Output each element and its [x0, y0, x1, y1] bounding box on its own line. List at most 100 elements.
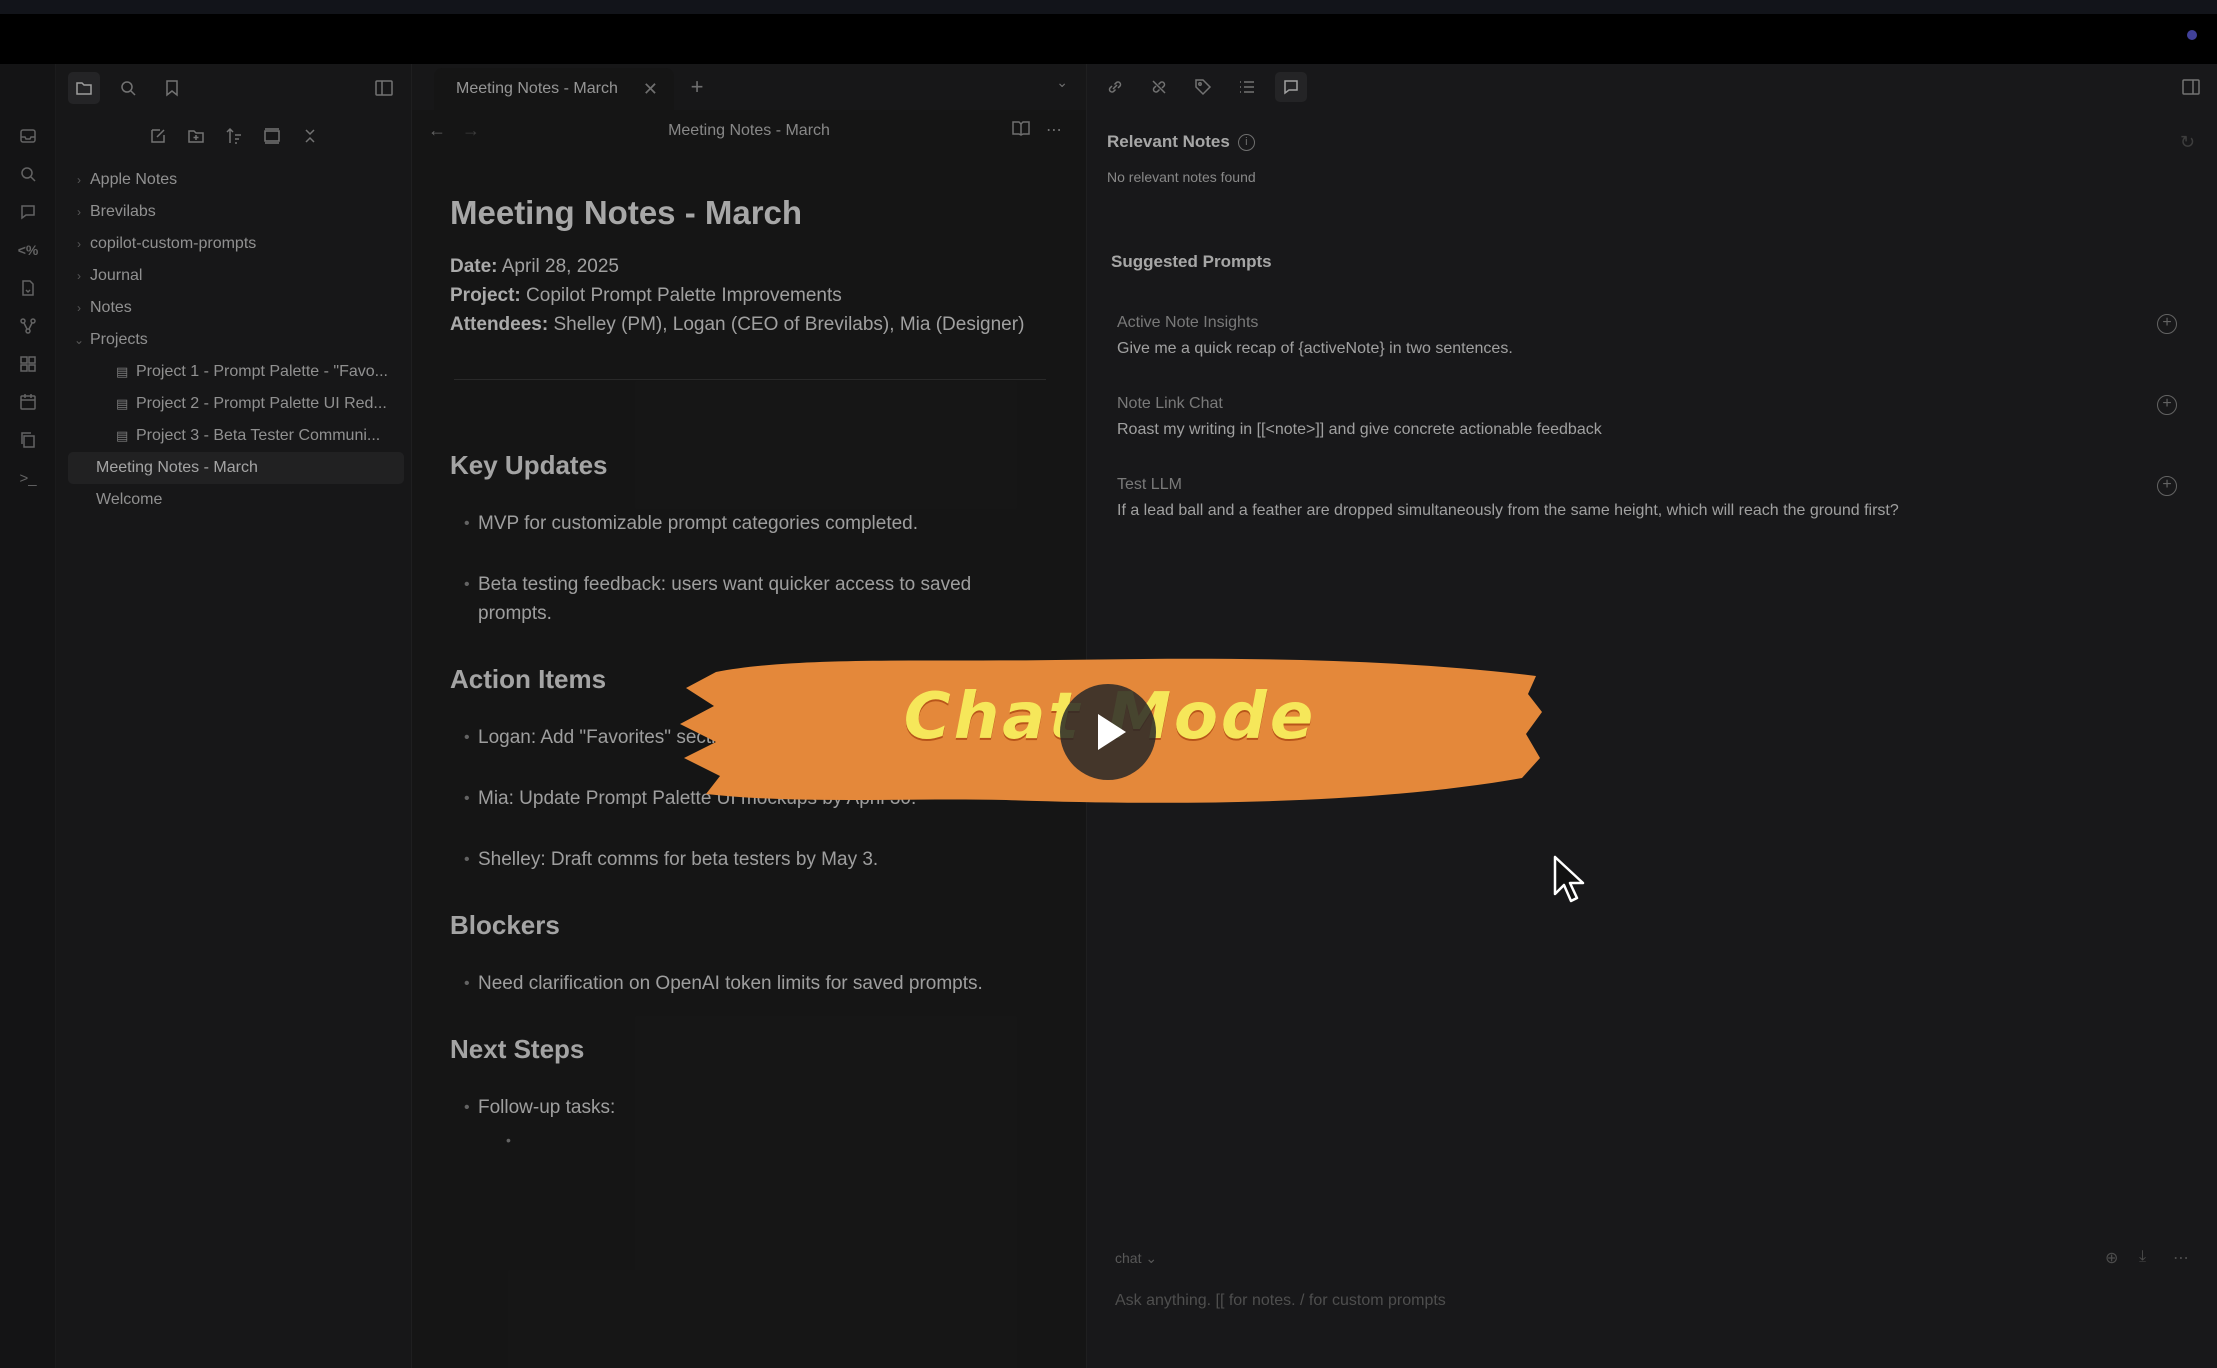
- new-tab-button[interactable]: +: [682, 72, 712, 102]
- tab-meeting-notes-march[interactable]: Meeting Notes - March ✕: [434, 68, 674, 110]
- suggested-prompt-card[interactable]: Test LLM If a lead ball and a feather ar…: [1117, 476, 2187, 520]
- link-icon[interactable]: [1099, 72, 1131, 102]
- unlinked-icon[interactable]: [1143, 72, 1175, 102]
- outline-list-icon[interactable]: [1231, 72, 1263, 102]
- prompt-title: Active Note Insights: [1117, 314, 1259, 331]
- tree-item-label: Brevilabs: [90, 203, 156, 220]
- tree-item-label: Project 1 - Prompt Palette - "Favo...: [136, 363, 388, 380]
- collapse-sidebar-icon[interactable]: [368, 72, 400, 104]
- chat-bubble-icon[interactable]: [14, 198, 42, 226]
- auto-reveal-icon[interactable]: [256, 120, 288, 152]
- more-options-icon[interactable]: ⋯: [1046, 120, 1062, 140]
- chevron-right-icon: ›: [77, 237, 81, 251]
- chevron-right-icon: ›: [77, 301, 81, 315]
- window-top-bar: [0, 0, 2217, 64]
- mouse-cursor-icon: [1552, 854, 1586, 909]
- attendees-value: Shelley (PM), Logan (CEO of Brevilabs), …: [553, 314, 1025, 335]
- list-item[interactable]: Need clarification on OpenAI token limit…: [450, 969, 1050, 998]
- file-icon: ▤: [116, 364, 129, 379]
- search-icon[interactable]: [112, 72, 144, 104]
- editor-nav-row: ← → Meeting Notes - March ⋯: [412, 110, 1086, 154]
- chat-mode-selector[interactable]: chat ⌄: [1115, 1250, 1157, 1267]
- date-label: Date:: [450, 256, 498, 277]
- file-tree: › Apple Notes › Brevilabs › copilot-custom-…: [68, 164, 404, 516]
- tree-item-label: Notes: [90, 299, 132, 316]
- list-item[interactable]: MVP for customizable prompt categories c…: [450, 509, 1050, 538]
- new-note-icon[interactable]: [142, 120, 174, 152]
- folder-icon[interactable]: [68, 72, 100, 104]
- chat-mode-banner[interactable]: Chat Mode: [676, 654, 1544, 808]
- note-metadata: Date: April 28, 2025 Project: Copilot Pr…: [450, 252, 1050, 339]
- list-item[interactable]: Beta testing feedback: users want quicke…: [450, 570, 1050, 628]
- left-ribbon: <% >_: [0, 64, 56, 1368]
- copy-icon[interactable]: [14, 426, 42, 454]
- prompt-body: Roast my writing in [[<note>]] and give …: [1117, 421, 1602, 438]
- section-key-updates: Key Updates MVP for customizable prompt …: [450, 450, 1050, 628]
- chevron-down-icon[interactable]: ⌄: [1056, 74, 1068, 91]
- prompt-body: Give me a quick recap of {activeNote} in…: [1117, 340, 1513, 357]
- play-button[interactable]: [1060, 684, 1156, 780]
- file-project-2[interactable]: ▤ Project 2 - Prompt Palette UI Red...: [68, 388, 404, 420]
- file-explorer-sidebar: › Apple Notes › Brevilabs › copilot-custom-…: [56, 64, 412, 1368]
- suggested-prompt-card[interactable]: Active Note Insights Give me a quick rec…: [1117, 314, 2187, 358]
- chevron-down-icon: ⌄: [1145, 1250, 1158, 1266]
- folder-brevilabs[interactable]: › Brevilabs: [68, 196, 404, 228]
- add-prompt-icon[interactable]: +: [2157, 395, 2177, 415]
- folder-copilot-custom-prompts[interactable]: › copilot-custom-prompts: [68, 228, 404, 260]
- close-icon[interactable]: ✕: [643, 79, 658, 100]
- prompt-body: If a lead ball and a feather are dropped…: [1117, 502, 1899, 519]
- new-folder-icon[interactable]: [180, 120, 212, 152]
- tree-item-label: Apple Notes: [90, 171, 178, 188]
- section-next-steps: Next Steps Follow-up tasks:: [450, 1034, 1050, 1168]
- inbox-icon[interactable]: [14, 122, 42, 150]
- folder-projects[interactable]: ⌄ Projects: [68, 324, 404, 356]
- folder-notes[interactable]: › Notes: [68, 292, 404, 324]
- file-export-icon[interactable]: [14, 274, 42, 302]
- list-item[interactable]: Follow-up tasks:: [450, 1093, 1050, 1122]
- chat-bubble-icon[interactable]: [1275, 72, 1307, 102]
- calendar-icon[interactable]: [14, 388, 42, 416]
- status-dot: [2187, 30, 2197, 40]
- note-title[interactable]: Meeting Notes - March: [450, 194, 1050, 232]
- file-project-1[interactable]: ▤ Project 1 - Prompt Palette - "Favo...: [68, 356, 404, 388]
- empty-sub-bullet[interactable]: [450, 1132, 1050, 1168]
- reading-view-icon[interactable]: [1012, 120, 1030, 141]
- download-icon[interactable]: ⤓: [2139, 1248, 2146, 1266]
- note-header-title[interactable]: Meeting Notes - March: [412, 122, 1086, 140]
- tree-item-label: Project 3 - Beta Tester Communi...: [136, 427, 381, 444]
- file-icon: ▤: [116, 428, 129, 443]
- add-prompt-icon[interactable]: +: [2157, 476, 2177, 496]
- graph-icon[interactable]: [14, 312, 42, 340]
- search-icon[interactable]: [14, 160, 42, 188]
- file-meeting-notes-march[interactable]: Meeting Notes - March: [68, 452, 404, 484]
- prompt-title: Test LLM: [1117, 476, 1182, 493]
- collapse-all-icon[interactable]: [294, 120, 326, 152]
- sort-icon[interactable]: [218, 120, 250, 152]
- chevron-right-icon: ›: [77, 205, 81, 219]
- chevron-right-icon: ›: [77, 173, 81, 187]
- tree-item-label: Journal: [90, 267, 143, 284]
- bookmark-icon[interactable]: [156, 72, 188, 104]
- grid-icon[interactable]: [14, 350, 42, 378]
- copilot-prompt-icon[interactable]: <%: [14, 236, 42, 264]
- file-welcome[interactable]: Welcome: [68, 484, 404, 516]
- chevron-right-icon: ›: [77, 269, 81, 283]
- file-project-3[interactable]: ▤ Project 3 - Beta Tester Communi...: [68, 420, 404, 452]
- list-item[interactable]: Shelley: Draft comms for beta testers by…: [450, 845, 1050, 874]
- info-icon[interactable]: i: [1237, 134, 1255, 152]
- sidebar-tab-row: [56, 64, 412, 110]
- more-options-icon[interactable]: ⋯: [2173, 1248, 2189, 1268]
- attendees-label: Attendees:: [450, 314, 549, 335]
- tag-icon[interactable]: [1187, 72, 1219, 102]
- new-chat-icon[interactable]: ⊕: [2105, 1248, 2118, 1268]
- refresh-icon[interactable]: ↻: [2180, 132, 2195, 153]
- add-prompt-icon[interactable]: +: [2157, 314, 2177, 334]
- toggle-right-sidebar-icon[interactable]: [2175, 72, 2207, 102]
- chat-input[interactable]: [1115, 1292, 2175, 1310]
- suggested-prompt-card[interactable]: Note Link Chat Roast my writing in [[<no…: [1117, 395, 2187, 439]
- folder-journal[interactable]: › Journal: [68, 260, 404, 292]
- chevron-down-icon: ⌄: [73, 333, 85, 347]
- terminal-icon[interactable]: >_: [14, 464, 42, 492]
- folder-apple-notes[interactable]: › Apple Notes: [68, 164, 404, 196]
- divider: [454, 379, 1046, 380]
